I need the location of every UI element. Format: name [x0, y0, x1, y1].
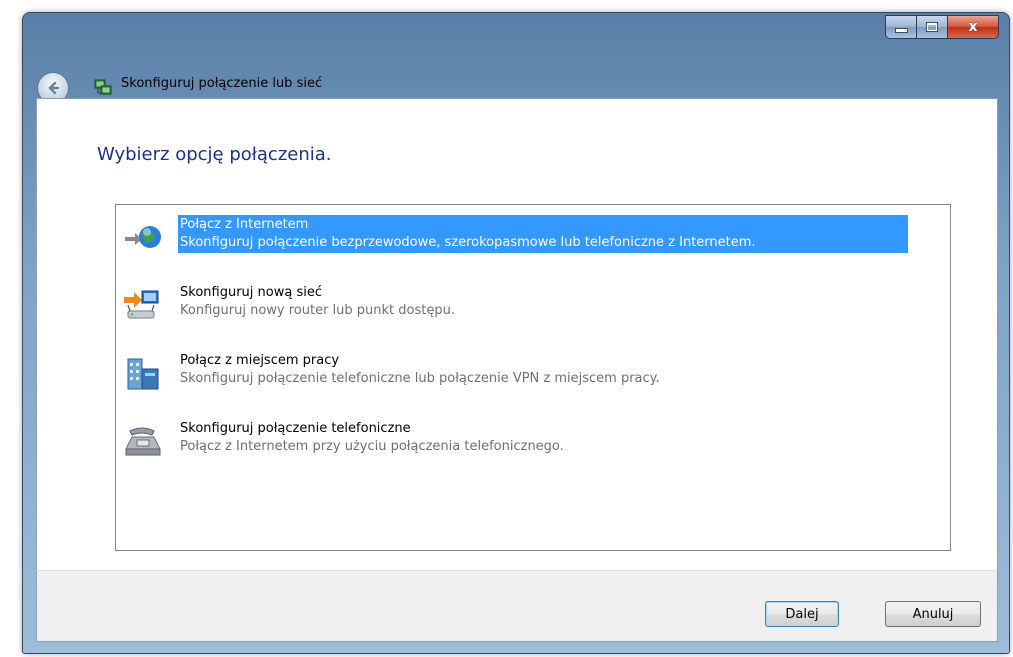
option-title: Połącz z Internetem — [180, 217, 309, 232]
option-title: Skonfiguruj nową sieć — [180, 285, 322, 300]
back-arrow-icon — [48, 81, 60, 95]
wizard-content: Wybierz opcję połączenia. Połącz z Inter… — [36, 98, 998, 571]
close-icon: x — [968, 19, 978, 35]
minimize-icon — [894, 28, 908, 33]
option-workplace[interactable]: Połącz z miejscem pracy Skonfiguruj połą… — [116, 349, 946, 397]
option-description: Skonfiguruj połączenie telefoniczne lub … — [180, 371, 660, 386]
maximize-button[interactable] — [916, 15, 947, 39]
dialup-modem-icon — [125, 427, 161, 456]
new-network-router-icon — [124, 290, 159, 319]
option-description: Połącz z Internetem przy użyciu połączen… — [180, 439, 564, 454]
window-title: Skonfiguruj połączenie lub sieć — [121, 76, 323, 91]
network-setup-icon — [94, 79, 112, 95]
maximize-icon — [926, 22, 938, 32]
option-connect-internet[interactable]: Połącz z Internetem Skonfiguruj połączen… — [116, 213, 946, 261]
wizard-window: x Skonfiguruj połączenie lub sieć Wybier… — [22, 12, 1010, 654]
next-button[interactable]: Dalej — [765, 601, 839, 627]
close-button[interactable]: x — [947, 15, 999, 39]
connection-options-list: Połącz z Internetem Skonfiguruj połączen… — [115, 204, 951, 551]
globe-network-icon — [125, 226, 161, 248]
cancel-button[interactable]: Anuluj — [885, 601, 981, 627]
option-description: Konfiguruj nowy router lub punkt dostępu… — [180, 303, 455, 318]
option-dialup[interactable]: Skonfiguruj połączenie telefoniczne Połą… — [116, 417, 946, 465]
option-title: Połącz z miejscem pracy — [180, 353, 340, 368]
caption-buttons: x — [885, 15, 999, 39]
option-description: Skonfiguruj połączenie bezprzewodowe, sz… — [180, 235, 756, 250]
option-new-network[interactable]: Skonfiguruj nową sieć Konfiguruj nowy ro… — [116, 281, 946, 329]
workplace-building-icon — [127, 358, 159, 390]
minimize-button[interactable] — [885, 15, 916, 39]
option-title: Skonfiguruj połączenie telefoniczne — [180, 421, 411, 436]
page-heading: Wybierz opcję połączenia. — [97, 144, 332, 165]
wizard-footer: Dalej Anuluj — [36, 570, 998, 642]
